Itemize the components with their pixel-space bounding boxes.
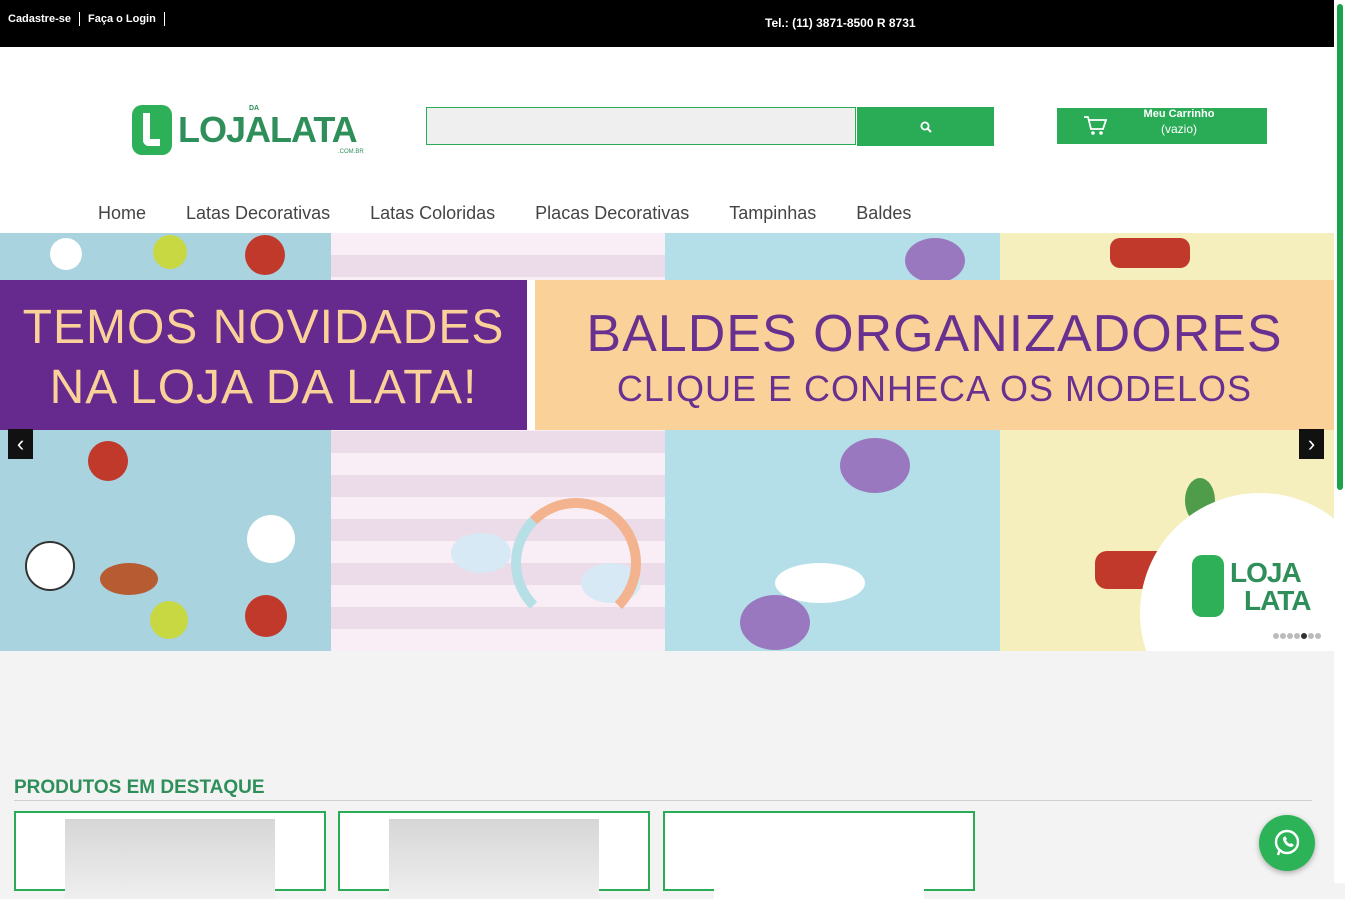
logo-domain: .COM.BR [338,149,364,155]
nav-item-tampinhas[interactable]: Tampinhas [729,203,816,224]
product-card[interactable] [663,811,975,899]
nav-item-placas-decorativas[interactable]: Placas Decorativas [535,203,689,224]
product-image[interactable] [389,819,599,899]
product-image[interactable] [714,819,924,899]
product-card[interactable] [14,811,326,899]
phone-number: Tel.: (11) 3871-8500 R 8731 [765,16,916,30]
banner-promo-left[interactable]: TEMOS NOVIDADES NA LOJA DA LATA! [0,280,535,430]
banner-logo: LOJA LATA [1192,555,1322,625]
whatsapp-button[interactable] [1259,815,1315,871]
banner-promo-right[interactable]: BALDES ORGANIZADORES CLIQUE E CONHECA OS… [535,280,1334,430]
scrollbar-thumb[interactable] [1337,4,1343,490]
chevron-right-icon: › [1307,431,1316,456]
search-input[interactable] [426,107,856,145]
banner-logo-word2: LATA [1244,585,1311,616]
nav-item-home[interactable]: Home [98,203,146,224]
hero-banner[interactable]: LOJA LATA TEMOS NOVIDADES NA LOJA DA LAT… [0,233,1334,651]
top-bar: Cadastre-se Faça o Login Tel.: (11) 3871… [0,0,1334,47]
logo-mark [132,105,172,155]
banner-logo-mark [1192,555,1224,617]
carousel-dot[interactable] [1315,633,1321,639]
carousel-dot[interactable] [1280,633,1286,639]
featured-title: PRODUTOS EM DESTAQUE [14,777,265,798]
carousel-dots [1273,633,1322,639]
section-divider [14,800,1312,801]
login-link[interactable]: Faça o Login [88,12,165,26]
carousel-prev-button[interactable]: ‹ [8,429,33,459]
nav-item-baldes[interactable]: Baldes [856,203,911,224]
banner-right-line2: CLIQUE E CONHECA OS MODELOS [616,368,1253,409]
carousel-dot[interactable] [1301,633,1307,639]
register-link[interactable]: Cadastre-se [8,12,80,26]
search-icon [920,121,932,133]
product-card[interactable] [338,811,650,899]
chevron-left-icon: ‹ [16,431,25,456]
carousel-dot[interactable] [1294,633,1300,639]
banner-left-line2: NA LOJA DA LATA! [49,361,478,414]
cart-button[interactable]: Meu Carrinho (vazio) [1057,108,1267,144]
product-image[interactable] [65,819,275,899]
carousel-dot[interactable] [1308,633,1314,639]
site-logo[interactable]: LOJALATA DA .COM.BR [132,105,364,159]
site-header: LOJALATA DA .COM.BR Meu Carrinho (vazio)… [0,47,1334,233]
logo-da: DA [249,105,260,112]
cart-status: (vazio) [1160,122,1197,136]
logo-wordmark: LOJALATA [178,109,358,150]
main-nav: Home Latas Decorativas Latas Coloridas P… [98,203,951,224]
whatsapp-icon [1274,829,1300,856]
carousel-next-button[interactable]: › [1299,429,1324,459]
banner-right-line1: BALDES ORGANIZADORES [586,305,1283,363]
nav-item-latas-coloridas[interactable]: Latas Coloridas [370,203,495,224]
account-links: Cadastre-se Faça o Login [8,12,173,26]
carousel-dot[interactable] [1273,633,1279,639]
cart-title: Meu Carrinho [1143,108,1215,120]
scrollbar[interactable] [1334,0,1345,883]
carousel-dot[interactable] [1287,633,1293,639]
search-button[interactable] [857,107,994,146]
nav-item-latas-decorativas[interactable]: Latas Decorativas [186,203,330,224]
banner-left-line1: TEMOS NOVIDADES [22,301,505,354]
